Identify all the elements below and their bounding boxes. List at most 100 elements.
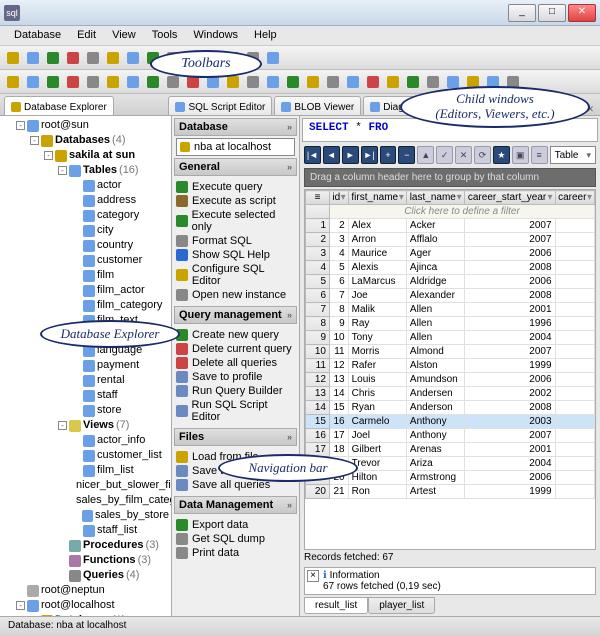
table-row[interactable]: 1314ChrisAndersen2002 <box>306 387 595 401</box>
nav-config-icon[interactable]: ≡ <box>531 146 548 164</box>
panel-action[interactable]: Save to file <box>176 464 295 478</box>
group-by-header[interactable]: Drag a column header here to group by th… <box>304 168 596 187</box>
panel-action[interactable]: Create new query <box>176 328 295 342</box>
tree-node[interactable]: -Tables (16) <box>58 163 169 178</box>
toolbar-button[interactable] <box>284 73 302 91</box>
cell[interactable]: 2001 <box>464 443 555 457</box>
tree-node[interactable]: language <box>72 343 169 358</box>
cell[interactable]: 2008 <box>464 401 555 415</box>
tree-node[interactable]: payment <box>72 358 169 373</box>
menu-edit[interactable]: Edit <box>69 26 104 45</box>
cell[interactable]: Amundson <box>406 373 464 387</box>
cell[interactable]: 2008 <box>464 289 555 303</box>
sql-text[interactable]: SELECT * FRO <box>302 118 598 142</box>
panel-action[interactable]: Load from file <box>176 450 295 464</box>
cell[interactable]: 3 <box>330 233 349 247</box>
toolbar-button[interactable] <box>304 73 322 91</box>
nav-prev-icon[interactable]: ◄ <box>323 146 340 164</box>
cell[interactable]: 2007 <box>464 219 555 233</box>
table-row[interactable]: 12AlexAcker2007 <box>306 219 595 233</box>
tree-node[interactable]: actor <box>72 178 169 193</box>
menu-windows[interactable]: Windows <box>185 26 246 45</box>
toolbar-button[interactable] <box>424 73 442 91</box>
cell[interactable]: Alexander <box>406 289 464 303</box>
toolbar-button[interactable] <box>64 73 82 91</box>
cell[interactable]: Alex <box>348 219 406 233</box>
toolbar-button[interactable] <box>504 73 522 91</box>
tab-nav-left-icon[interactable]: ◄ <box>555 105 568 115</box>
cell[interactable]: Andersen <box>406 387 464 401</box>
tree-toggle-icon[interactable]: - <box>58 166 67 175</box>
cell[interactable] <box>555 345 594 359</box>
cell[interactable]: 9 <box>330 317 349 331</box>
toolbar-button[interactable] <box>484 73 502 91</box>
panel-action[interactable]: Run SQL Script Editor <box>176 398 295 424</box>
cell[interactable]: Ray <box>348 317 406 331</box>
cell[interactable]: 12 <box>330 359 349 373</box>
cell[interactable]: Arenas <box>406 443 464 457</box>
cell[interactable]: 14 <box>330 387 349 401</box>
table-row[interactable]: 1920HiltonArmstrong2006 <box>306 471 595 485</box>
cell[interactable]: Allen <box>406 303 464 317</box>
cell[interactable]: 2002 <box>464 387 555 401</box>
panel-action[interactable]: Execute as script <box>176 194 295 208</box>
table-row[interactable]: 1415RyanAnderson2008 <box>306 401 595 415</box>
tab-database-explorer[interactable]: Database Explorer <box>4 96 114 115</box>
minimize-button[interactable]: _ <box>508 4 536 22</box>
tree-node[interactable]: sales_by_film_categor <box>72 493 169 508</box>
toolbar-button[interactable] <box>204 73 222 91</box>
table-row[interactable]: 1516CarmeloAnthony2003 <box>306 415 595 429</box>
tab-close-icon[interactable]: ✕ <box>584 104 596 115</box>
panel-action[interactable]: Run Query Builder <box>176 384 295 398</box>
nav-next-icon[interactable]: ► <box>342 146 359 164</box>
table-row[interactable]: 45AlexisAjinca2008 <box>306 261 595 275</box>
nav-post-icon[interactable]: ✓ <box>436 146 453 164</box>
cell[interactable]: 19 <box>330 457 349 471</box>
toolbar-button[interactable] <box>264 73 282 91</box>
menu-view[interactable]: View <box>104 26 144 45</box>
tab-child-window[interactable]: SQL Editor: ... <box>463 96 552 115</box>
cell[interactable]: 2008 <box>464 261 555 275</box>
toolbar-button[interactable] <box>184 73 202 91</box>
toolbar-button[interactable] <box>144 49 162 67</box>
panel-action[interactable]: Save to profile <box>176 370 295 384</box>
table-row[interactable]: 1617JoelAnthony2007 <box>306 429 595 443</box>
cell[interactable] <box>555 401 594 415</box>
tree-node[interactable]: film_category <box>72 298 169 313</box>
cell[interactable] <box>555 289 594 303</box>
tree-node[interactable]: rental <box>72 373 169 388</box>
tab-child-window[interactable]: SQL Script Editor <box>168 96 272 115</box>
tree-node[interactable]: -root@sun <box>16 118 169 133</box>
tree-node[interactable]: staff <box>72 388 169 403</box>
cell[interactable] <box>555 485 594 499</box>
table-row[interactable]: 56LaMarcusAldridge2006 <box>306 275 595 289</box>
cell[interactable]: 2007 <box>464 345 555 359</box>
column-header[interactable]: first_name ▾ <box>348 191 406 205</box>
cell[interactable]: Louis <box>348 373 406 387</box>
tree-toggle-icon[interactable]: - <box>44 151 53 160</box>
cell[interactable] <box>555 247 594 261</box>
cell[interactable]: 5 <box>330 261 349 275</box>
section-header[interactable]: General» <box>174 158 297 176</box>
cell[interactable]: Anderson <box>406 401 464 415</box>
cell[interactable] <box>555 359 594 373</box>
cell[interactable]: Joel <box>348 429 406 443</box>
panel-action[interactable]: Export data <box>176 518 295 532</box>
cell[interactable]: Carmelo <box>348 415 406 429</box>
table-row[interactable]: 89RayAllen1996 <box>306 317 595 331</box>
cell[interactable]: 17 <box>330 429 349 443</box>
cell[interactable]: Gilbert <box>348 443 406 457</box>
toolbar-button[interactable] <box>384 73 402 91</box>
collapse-icon[interactable]: » <box>287 162 292 172</box>
panel-action[interactable]: Get SQL dump <box>176 532 295 546</box>
cell[interactable]: 1999 <box>464 359 555 373</box>
result-tab[interactable]: player_list <box>368 597 435 614</box>
nav-filter-icon[interactable]: ▣ <box>512 146 529 164</box>
tree-toggle-icon[interactable]: - <box>16 601 25 610</box>
cell[interactable]: 2006 <box>464 471 555 485</box>
toolbar-button[interactable] <box>84 73 102 91</box>
nav-cancel-icon[interactable]: ✕ <box>455 146 472 164</box>
tree-node[interactable]: film <box>72 268 169 283</box>
toolbar-button[interactable] <box>104 73 122 91</box>
cell[interactable]: 2007 <box>464 429 555 443</box>
